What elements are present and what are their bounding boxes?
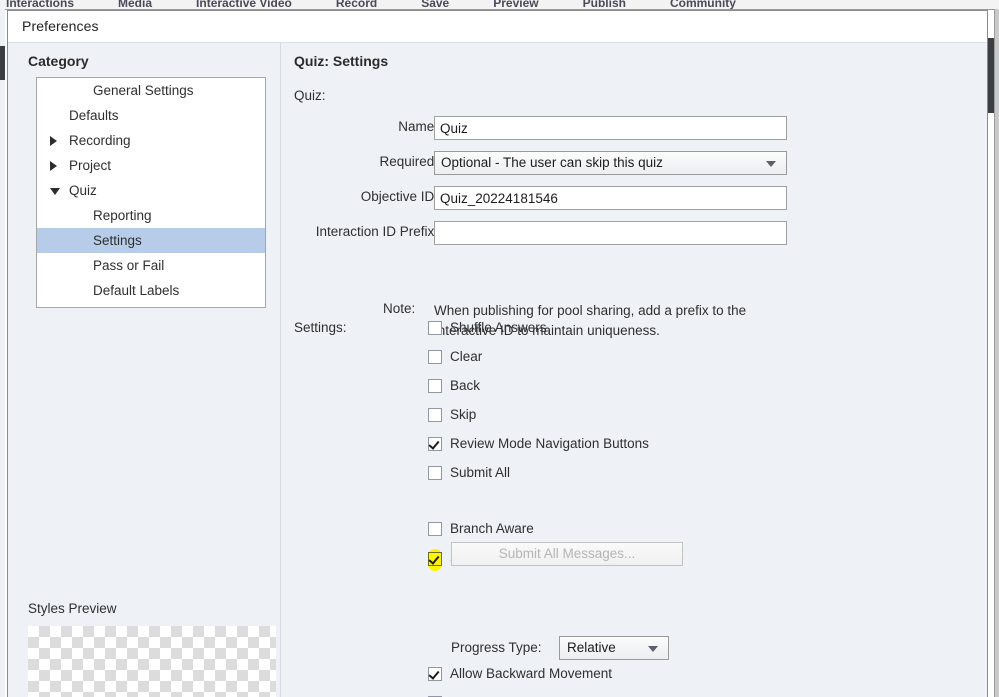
required-dropdown-value: Optional - The user can skip this quiz xyxy=(441,155,663,170)
sidebar-item-label: Project xyxy=(69,158,112,173)
required-field-row: Required: Optional - The user can skip t… xyxy=(294,151,794,175)
dialog-title: Preferences xyxy=(22,18,99,34)
quiz-group-label: Quiz: xyxy=(294,88,326,103)
column-divider xyxy=(280,43,281,697)
sidebar-item-general-settings[interactable]: General Settings xyxy=(37,78,265,103)
checkbox-label-allow-backward-movement: Allow Backward Movement xyxy=(450,666,613,681)
application-menu-bar[interactable]: Interactions Media Interactive Video Record… xyxy=(0,0,999,10)
checkbox-row-show-progress[interactable]: Show Progress xyxy=(428,549,542,571)
checkbox-submit-all[interactable] xyxy=(428,466,442,480)
sidebar-item-pass-or-fail[interactable]: Pass or Fail xyxy=(37,253,265,278)
checkbox-review-mode-navigation-buttons[interactable] xyxy=(428,437,442,451)
chevron-down-icon xyxy=(648,646,658,652)
interaction-id-prefix-field-row: Interaction ID Prefix: xyxy=(294,221,794,245)
application-left-edge xyxy=(0,9,5,697)
sidebar-item-default-labels[interactable]: Default Labels xyxy=(37,278,265,303)
sidebar-item-label: Pass or Fail xyxy=(93,258,165,273)
interaction-id-prefix-input[interactable] xyxy=(434,221,787,245)
menu-item-preview[interactable]: Preview xyxy=(493,0,538,9)
sidebar-item-project[interactable]: Project xyxy=(37,153,265,178)
checkbox-back[interactable] xyxy=(428,379,442,393)
objective-id-field-label: Objective ID: xyxy=(360,189,438,204)
menu-item-community[interactable]: Community xyxy=(670,0,736,9)
checkbox-shuffle-answers[interactable] xyxy=(428,321,442,335)
menu-item-record[interactable]: Record xyxy=(336,0,377,9)
category-heading: Category xyxy=(28,53,89,69)
sidebar-item-label: Settings xyxy=(93,233,142,248)
page-title: Quiz: Settings xyxy=(294,53,389,69)
checkbox-label-skip: Skip xyxy=(450,407,477,422)
chevron-right-icon[interactable] xyxy=(49,153,61,178)
sidebar-item-label: Default Labels xyxy=(93,283,180,298)
note-label: Note: xyxy=(383,301,416,316)
menu-item-interactive-video[interactable]: Interactive Video xyxy=(196,0,292,9)
chevron-down-icon[interactable] xyxy=(49,178,61,203)
name-input[interactable] xyxy=(434,116,787,140)
objective-id-input[interactable] xyxy=(434,186,787,210)
sidebar-item-label: Quiz xyxy=(69,183,97,198)
name-field-row: Name: xyxy=(294,116,794,140)
progress-type-value: Relative xyxy=(567,640,616,655)
checkbox-label-review-mode-navigation-buttons: Review Mode Navigation Buttons xyxy=(450,436,649,451)
chevron-right-icon[interactable] xyxy=(49,128,61,153)
sidebar-item-defaults[interactable]: Defaults xyxy=(37,103,265,128)
application-right-scroll-edge[interactable] xyxy=(994,9,999,697)
progress-type-dropdown[interactable]: Relative xyxy=(559,636,669,660)
category-listbox[interactable]: General Settings Defaults Recording Project… xyxy=(36,77,266,308)
dialog-body: Category General Settings Defaults Recordi… xyxy=(8,43,987,697)
settings-group-label: Settings: xyxy=(294,320,347,335)
checkbox-show-progress[interactable] xyxy=(428,552,442,566)
name-field-label: Name: xyxy=(398,119,438,134)
checkbox-clear[interactable] xyxy=(428,350,442,364)
checkbox-branch-aware[interactable] xyxy=(428,522,442,536)
menu-item-media[interactable]: Media xyxy=(118,0,152,9)
checkbox-skip[interactable] xyxy=(428,408,442,422)
styles-preview-label: Styles Preview xyxy=(28,601,117,616)
checkbox-label-show-score-at-the-end-of-the-quiz: Show Score at the End of the Quiz xyxy=(450,693,657,697)
sidebar-item-label: General Settings xyxy=(93,83,194,98)
menu-item-interactions[interactable]: Interactions xyxy=(6,0,74,9)
sidebar-item-label: Recording xyxy=(69,133,131,148)
sidebar-item-settings[interactable]: Settings xyxy=(37,228,265,253)
checkbox-allow-backward-movement[interactable] xyxy=(428,667,442,681)
preferences-dialog: Preferences Category General Settings Def… xyxy=(7,10,988,697)
checkbox-label-clear: Clear xyxy=(450,349,483,364)
submit-all-messages-button[interactable]: Submit All Messages... xyxy=(451,542,683,566)
menu-item-publish[interactable]: Publish xyxy=(583,0,626,9)
application-left-dark-panel xyxy=(0,46,5,80)
checkbox-label-shuffle-answers: Shuffle Answers xyxy=(450,320,547,335)
required-field-label: Required: xyxy=(379,154,438,169)
checkbox-label-branch-aware: Branch Aware xyxy=(450,521,534,536)
menu-item-save[interactable]: Save xyxy=(421,0,449,9)
required-dropdown[interactable]: Optional - The user can skip this quiz xyxy=(434,151,787,175)
sidebar-item-label: Reporting xyxy=(93,208,152,223)
sidebar-item-reporting[interactable]: Reporting xyxy=(37,203,265,228)
objective-id-field-row: Objective ID: xyxy=(294,186,794,210)
dialog-title-bar: Preferences xyxy=(8,11,987,43)
checkbox-label-submit-all: Submit All xyxy=(450,465,511,480)
progress-type-label: Progress Type: xyxy=(451,640,542,655)
checkbox-label-back: Back xyxy=(450,378,481,393)
sidebar-item-quiz[interactable]: Quiz xyxy=(37,178,265,203)
styles-preview-canvas xyxy=(28,626,276,697)
interaction-id-prefix-field-label: Interaction ID Prefix: xyxy=(315,224,438,239)
sidebar-item-recording[interactable]: Recording xyxy=(37,128,265,153)
sidebar-item-label: Defaults xyxy=(69,108,119,123)
chevron-down-icon xyxy=(766,161,776,167)
